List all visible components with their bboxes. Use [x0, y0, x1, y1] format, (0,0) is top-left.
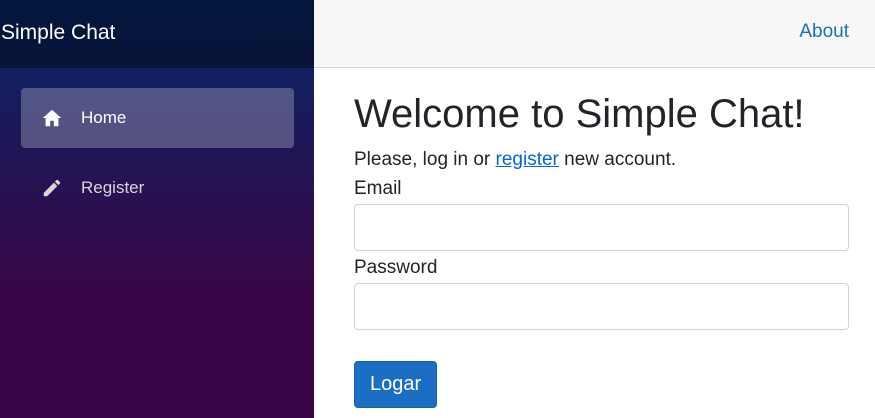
page-content: Welcome to Simple Chat! Please, log in o…: [314, 68, 875, 408]
email-label: Email: [354, 178, 402, 199]
about-link[interactable]: About: [799, 21, 849, 47]
intro-text-before: Please, log in or: [354, 149, 496, 170]
sidebar-item-home[interactable]: Home: [21, 88, 294, 148]
sidebar-header: Simple Chat: [0, 0, 314, 68]
main-area: About Welcome to Simple Chat! Please, lo…: [314, 0, 875, 418]
email-field[interactable]: [354, 204, 849, 251]
home-icon: [39, 106, 65, 130]
sidebar: Simple Chat Home Register: [0, 0, 314, 418]
sidebar-item-register[interactable]: Register: [21, 158, 294, 218]
pencil-icon: [39, 176, 65, 200]
sidebar-nav: Home Register: [0, 68, 314, 218]
intro-text: Please, log in or register new account.: [354, 148, 849, 172]
register-link[interactable]: register: [496, 149, 559, 170]
brand-link[interactable]: Simple Chat: [0, 21, 115, 48]
page-title: Welcome to Simple Chat!: [354, 92, 805, 136]
app-window: Simple Chat Home Register About Welcome …: [0, 0, 875, 418]
sidebar-item-label: Home: [81, 108, 127, 127]
password-label: Password: [354, 257, 438, 278]
password-field[interactable]: [354, 283, 849, 330]
top-bar: About: [314, 0, 875, 68]
login-button[interactable]: Logar: [354, 361, 438, 408]
intro-text-after: new account.: [558, 149, 677, 170]
sidebar-item-label: Register: [81, 178, 145, 197]
